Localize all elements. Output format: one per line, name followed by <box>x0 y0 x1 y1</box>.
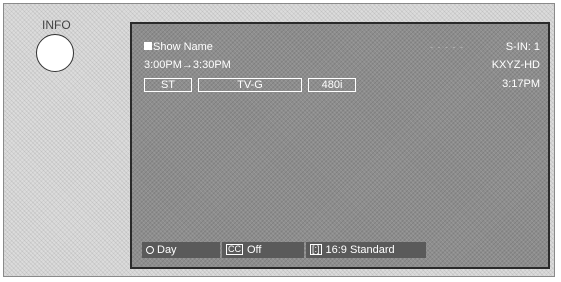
audio-badge: ST <box>144 78 192 92</box>
cc-icon: CC <box>226 244 243 255</box>
current-time: 3:17PM <box>502 78 540 90</box>
cc-segment: CC Off <box>222 242 304 258</box>
timer-value: Day <box>157 244 177 256</box>
info-banner: Show Name - - - - - S-IN: 1 3:00PM→3:30P… <box>142 39 542 97</box>
tv-screen: Show Name - - - - - S-IN: 1 3:00PM→3:30P… <box>130 22 550 269</box>
divider-dots: - - - - - <box>430 42 464 52</box>
info-button[interactable] <box>36 34 74 72</box>
cc-value: Off <box>247 244 262 256</box>
timer-segment: Day <box>142 242 220 258</box>
info-label: INFO <box>42 18 71 32</box>
station-name: KXYZ-HD <box>491 59 540 71</box>
show-name-text: Show Name <box>153 41 213 53</box>
square-icon <box>144 42 152 50</box>
aspect-icon: [:] <box>310 244 322 255</box>
resolution-badge: 480i <box>308 78 356 92</box>
aspect-value: 16:9 Standard <box>325 244 395 256</box>
time-range: 3:00PM→3:30PM <box>144 59 231 71</box>
show-name: Show Name <box>144 41 213 54</box>
input-label: S-IN: 1 <box>505 41 540 53</box>
rating-badge: TV-G <box>198 78 302 92</box>
aspect-segment: [:] 16:9 Standard <box>306 242 426 258</box>
clock-icon <box>146 246 154 254</box>
remote-frame: INFO Show Name - - - - - S-IN: 1 3:00PM→… <box>3 3 555 277</box>
status-bar: Day CC Off [:] 16:9 Standard <box>142 242 542 258</box>
